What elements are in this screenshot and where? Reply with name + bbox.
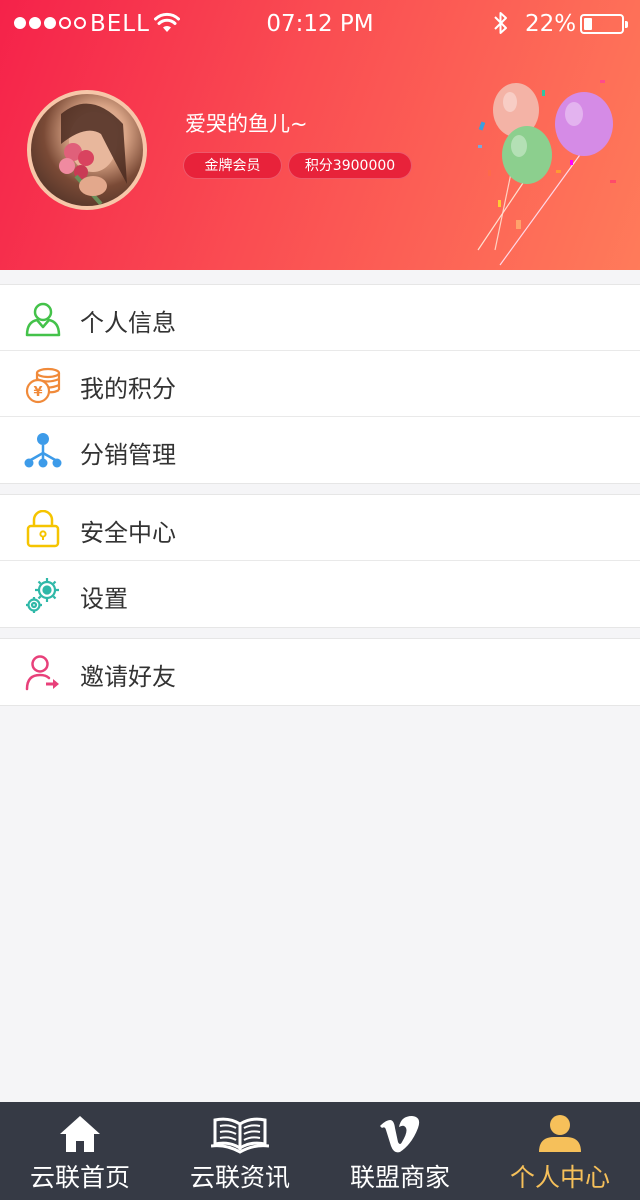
menu-item-personal-info[interactable]: 个人信息 — [0, 285, 640, 351]
svg-text:¥: ¥ — [33, 385, 42, 400]
tab-label: 云联首页 — [29, 1163, 130, 1192]
menu-label: 个人信息 — [80, 309, 176, 337]
menu-label: 分销管理 — [80, 441, 176, 469]
balloons-decoration — [470, 60, 640, 270]
points-badge[interactable]: 积分3900000 — [288, 152, 412, 179]
tab-label: 云联资讯 — [189, 1163, 290, 1192]
gear-icon — [24, 576, 62, 614]
member-level-badge: 金牌会员 — [183, 152, 282, 179]
menu-item-my-points[interactable]: ¥ 我的积分 — [0, 351, 640, 417]
tab-label: 联盟商家 — [349, 1163, 450, 1192]
tab-news[interactable]: 云联资讯 — [160, 1102, 320, 1200]
vimeo-icon — [378, 1114, 422, 1158]
menu-item-security-center[interactable]: 安全中心 — [0, 495, 640, 561]
battery-icon — [580, 14, 628, 34]
bottom-tab-bar: 云联首页 云联资讯 联盟商家 个人中心 — [0, 1102, 640, 1200]
menu-label: 设置 — [80, 585, 128, 613]
menu-label: 邀请好友 — [80, 663, 176, 691]
tab-home[interactable]: 云联首页 — [0, 1102, 160, 1200]
lock-icon — [24, 509, 62, 548]
menu-item-distribution[interactable]: 分销管理 — [0, 417, 640, 483]
bluetooth-icon — [492, 10, 510, 42]
menu-group-invite: 邀请好友 — [0, 638, 640, 706]
person-icon — [537, 1114, 583, 1158]
profile-header: BELL 07:12 PM 22% 爱哭的鱼儿~ 金牌会员 积分3900000 — [0, 0, 640, 270]
user-icon — [24, 300, 62, 338]
menu-group-security: 安全中心 设置 — [0, 494, 640, 628]
menu-item-settings[interactable]: 设置 — [0, 561, 640, 627]
tab-profile[interactable]: 个人中心 — [480, 1102, 640, 1200]
avatar[interactable] — [27, 90, 147, 210]
status-bar: BELL 07:12 PM 22% — [0, 0, 640, 48]
menu-group-account: 个人信息 ¥ 我的积分 分销管理 — [0, 284, 640, 484]
menu-item-invite-friends[interactable]: 邀请好友 — [0, 639, 640, 705]
home-icon — [58, 1114, 102, 1158]
menu-label: 安全中心 — [80, 519, 176, 547]
username: 爱哭的鱼儿~ — [185, 112, 308, 136]
network-icon — [24, 432, 62, 470]
coins-icon: ¥ — [24, 366, 62, 404]
book-icon — [210, 1114, 270, 1158]
invite-user-icon — [24, 654, 62, 692]
tab-merchants[interactable]: 联盟商家 — [320, 1102, 480, 1200]
menu-label: 我的积分 — [80, 375, 176, 403]
battery-percentage: 22% — [525, 11, 577, 37]
tab-label: 个人中心 — [509, 1163, 610, 1192]
